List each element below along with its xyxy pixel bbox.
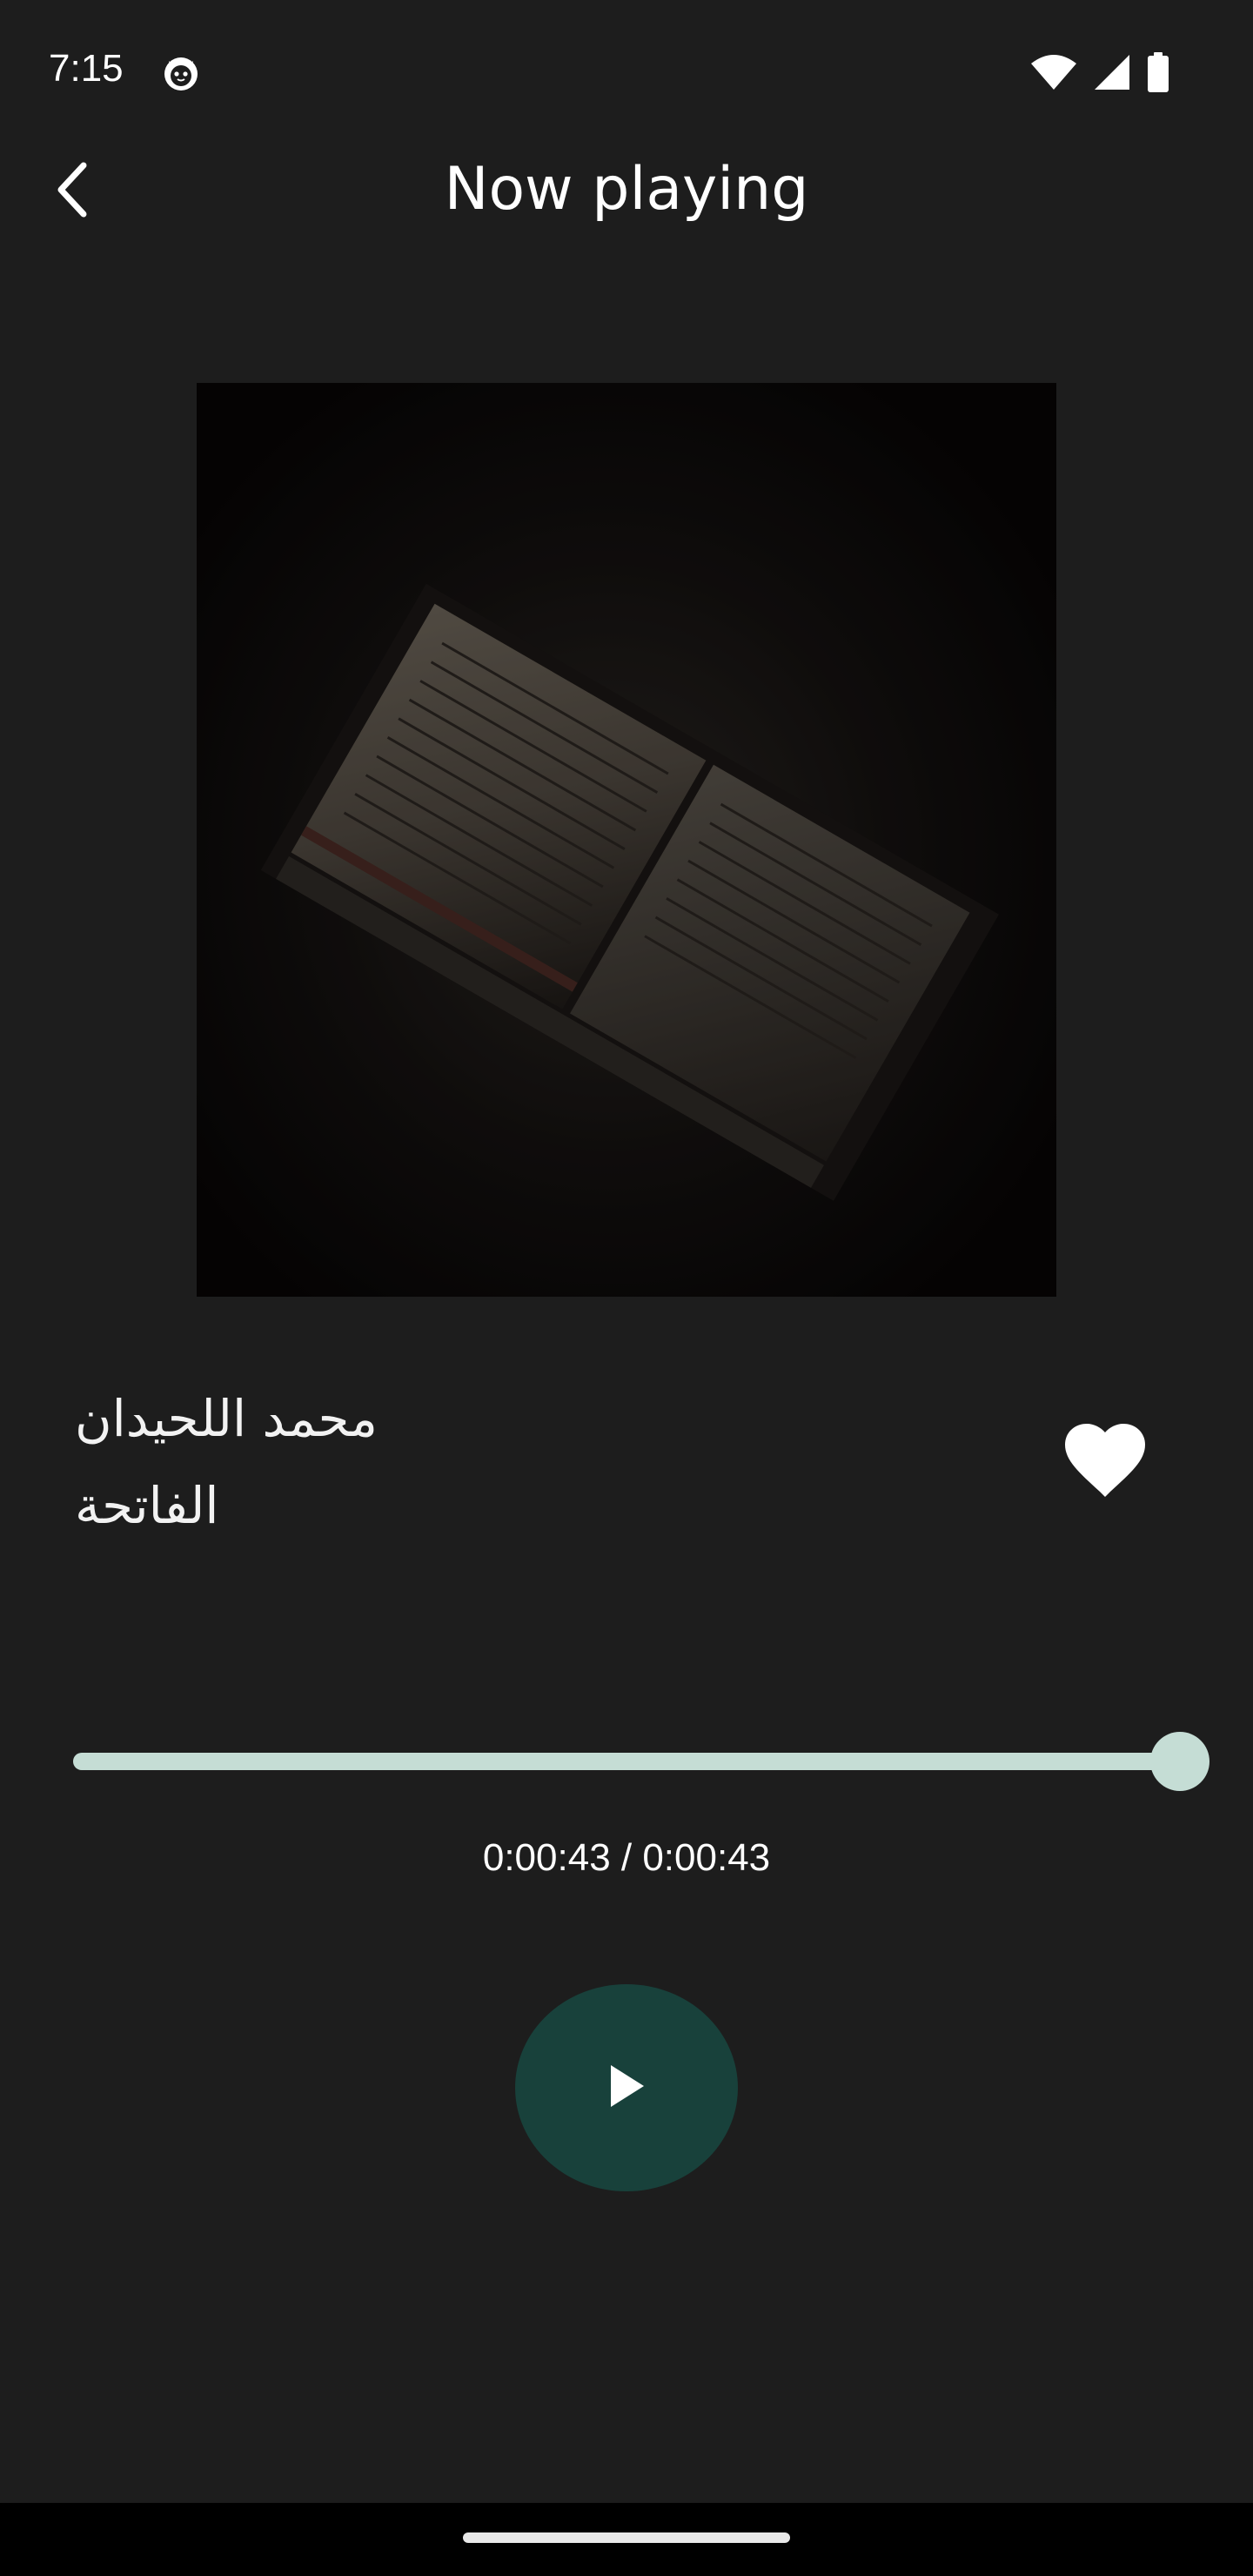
home-indicator[interactable] bbox=[463, 2532, 790, 2543]
heart-icon bbox=[1063, 1424, 1147, 1502]
quran-book-image bbox=[197, 383, 1056, 1297]
battery-icon bbox=[1147, 52, 1169, 96]
play-button[interactable] bbox=[515, 1984, 738, 2191]
favorite-button[interactable] bbox=[1055, 1417, 1156, 1509]
cat-face-icon bbox=[162, 54, 200, 92]
wifi-icon bbox=[1030, 53, 1077, 95]
signal-icon bbox=[1093, 53, 1131, 95]
system-nav-bar bbox=[0, 2503, 1253, 2576]
status-time: 7:15 bbox=[49, 47, 124, 90]
seek-progress bbox=[73, 1753, 1180, 1770]
seek-bar[interactable] bbox=[73, 1732, 1209, 1791]
play-icon bbox=[607, 2063, 646, 2112]
status-bar: 7:15 bbox=[0, 0, 1253, 148]
app-bar: Now playing bbox=[0, 139, 1253, 244]
status-icons bbox=[1030, 52, 1169, 96]
track-info: محمد اللحيدان الفاتحة bbox=[75, 1375, 945, 1549]
time-readout: 0:00:43 / 0:00:43 bbox=[482, 1836, 771, 1879]
album-artwork bbox=[197, 383, 1056, 1297]
page-title: Now playing bbox=[444, 155, 809, 224]
track-artist: محمد اللحيدان bbox=[75, 1389, 378, 1448]
track-title: الفاتحة bbox=[75, 1476, 219, 1535]
seek-thumb[interactable] bbox=[1150, 1732, 1209, 1791]
